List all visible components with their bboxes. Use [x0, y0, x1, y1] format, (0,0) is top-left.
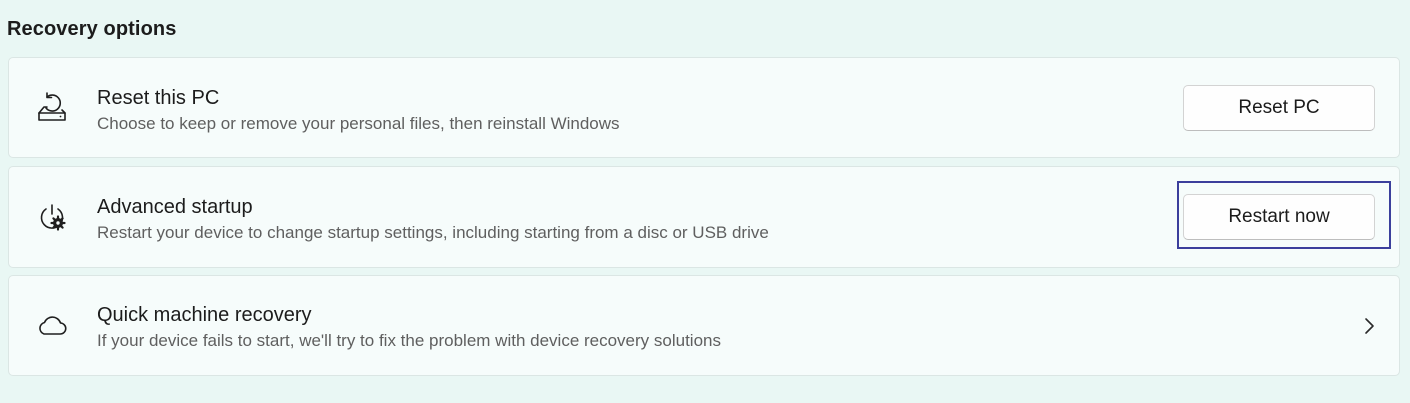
chevron-right-icon[interactable]	[1359, 316, 1379, 336]
quick-machine-recovery-card[interactable]: Quick machine recovery If your device fa…	[8, 275, 1400, 376]
reset-pc-button[interactable]: Reset PC	[1183, 85, 1375, 131]
advanced-startup-title: Advanced startup	[97, 196, 253, 218]
section-title: Recovery options	[7, 18, 177, 40]
reset-this-pc-card: Reset this PC Choose to keep or remove y…	[8, 57, 1400, 158]
reset-this-pc-title: Reset this PC	[97, 87, 220, 109]
cloud-icon	[35, 309, 69, 343]
quick-machine-recovery-description: If your device fails to start, we'll try…	[97, 331, 721, 350]
reset-this-pc-description: Choose to keep or remove your personal f…	[97, 114, 620, 133]
restart-now-button[interactable]: Restart now	[1183, 194, 1375, 240]
reset-pc-icon	[35, 91, 69, 125]
quick-machine-recovery-title: Quick machine recovery	[97, 304, 312, 326]
advanced-startup-description: Restart your device to change startup se…	[97, 223, 769, 242]
advanced-startup-icon	[35, 200, 69, 234]
advanced-startup-card: Advanced startup Restart your device to …	[8, 166, 1400, 268]
